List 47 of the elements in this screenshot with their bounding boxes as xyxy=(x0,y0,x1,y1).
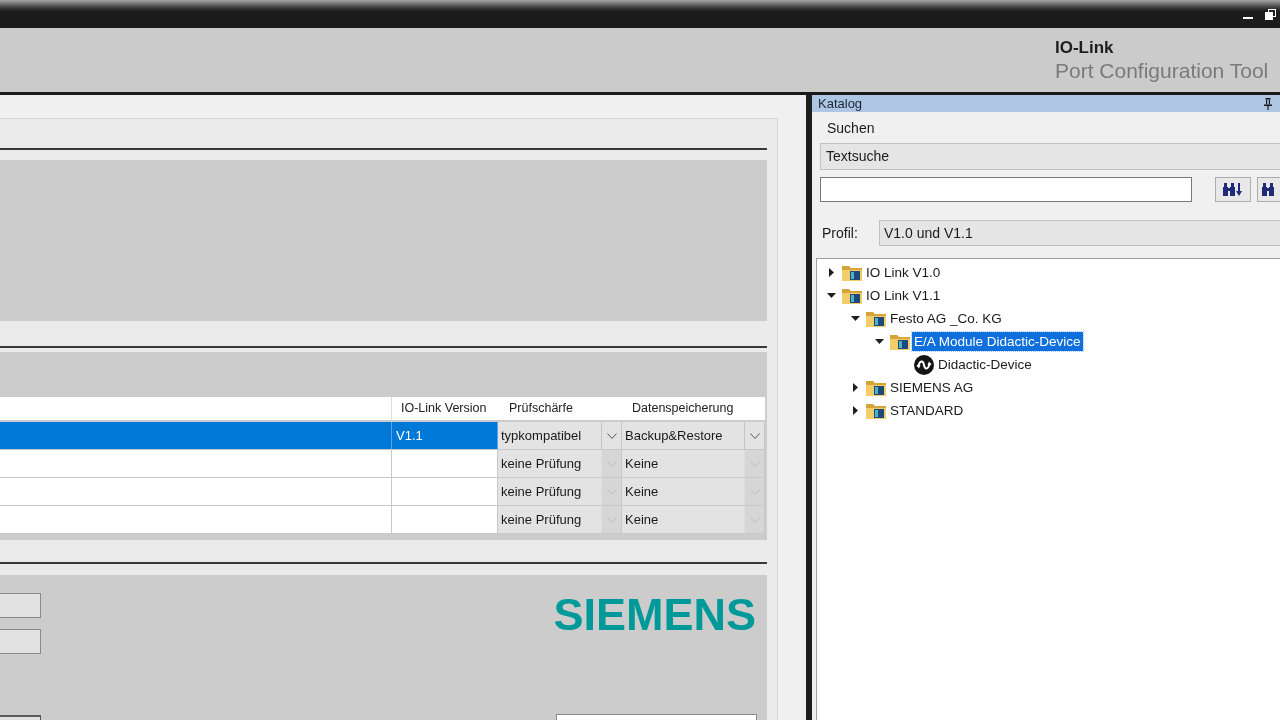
caret-icon[interactable] xyxy=(826,293,836,298)
group-label: Suchen xyxy=(827,120,875,136)
small-button[interactable] xyxy=(0,593,41,618)
siemens-logo: SIEMENS xyxy=(553,592,756,637)
folder-icon xyxy=(842,287,862,304)
caret-icon[interactable] xyxy=(852,383,858,392)
column-header[interactable]: Prüfschärfe xyxy=(498,397,622,420)
app-title: IO-Link xyxy=(1055,39,1114,57)
caret-icon[interactable] xyxy=(874,339,884,344)
binoculars-icon xyxy=(1262,183,1274,196)
input-field[interactable] xyxy=(556,714,757,720)
tree-item[interactable]: SIEMENS AG xyxy=(888,378,976,397)
tree-item[interactable]: IO Link V1.0 xyxy=(864,263,943,282)
panel-title: Katalog xyxy=(818,95,863,112)
tree-item[interactable]: IO Link V1.1 xyxy=(864,286,943,305)
binoculars-arrow-icon xyxy=(1223,183,1243,196)
search-field[interactable] xyxy=(820,177,1192,202)
tree-item[interactable]: E/A Module Didactic-Device xyxy=(912,332,1083,351)
chevron-icon xyxy=(606,432,617,439)
search-mode-dropdown[interactable]: Textsuche xyxy=(820,143,1280,170)
tree-item[interactable]: STANDARD xyxy=(888,401,966,420)
tree-item[interactable]: Festo AG _Co. KG xyxy=(888,309,1004,328)
dropdown[interactable]: Backup&Restore xyxy=(622,422,765,449)
column-header[interactable]: Datenspeicherung xyxy=(622,397,765,420)
column-header[interactable]: IO-Link Version xyxy=(392,397,498,420)
small-button[interactable] xyxy=(0,629,41,654)
folder-icon xyxy=(866,310,886,327)
restore-icon[interactable] xyxy=(1265,9,1276,20)
search-button[interactable] xyxy=(1215,177,1251,202)
caret-icon[interactable] xyxy=(828,268,834,277)
search-button[interactable] xyxy=(1257,177,1280,202)
field-label: Profil: xyxy=(822,225,859,241)
caret-icon[interactable] xyxy=(850,316,860,321)
folder-icon xyxy=(842,264,862,281)
tree-item[interactable]: Didactic-Device xyxy=(936,355,1034,374)
folder-icon xyxy=(866,379,886,396)
app-subtitle: Port Configuration Tool xyxy=(1055,58,1269,83)
dropdown[interactable]: typkompatibel xyxy=(498,422,622,449)
chevron-icon xyxy=(749,432,760,439)
folder-icon xyxy=(866,402,886,419)
pin-icon[interactable] xyxy=(1264,97,1272,110)
profile-dropdown[interactable]: V1.0 und V1.1 xyxy=(879,220,1280,246)
caret-icon[interactable] xyxy=(852,406,858,415)
device-icon xyxy=(914,354,934,375)
table-row[interactable]: V1.1 typkompatibel Backup&Restore xyxy=(0,422,765,450)
folder-icon xyxy=(890,333,910,350)
small-button[interactable] xyxy=(0,715,41,720)
